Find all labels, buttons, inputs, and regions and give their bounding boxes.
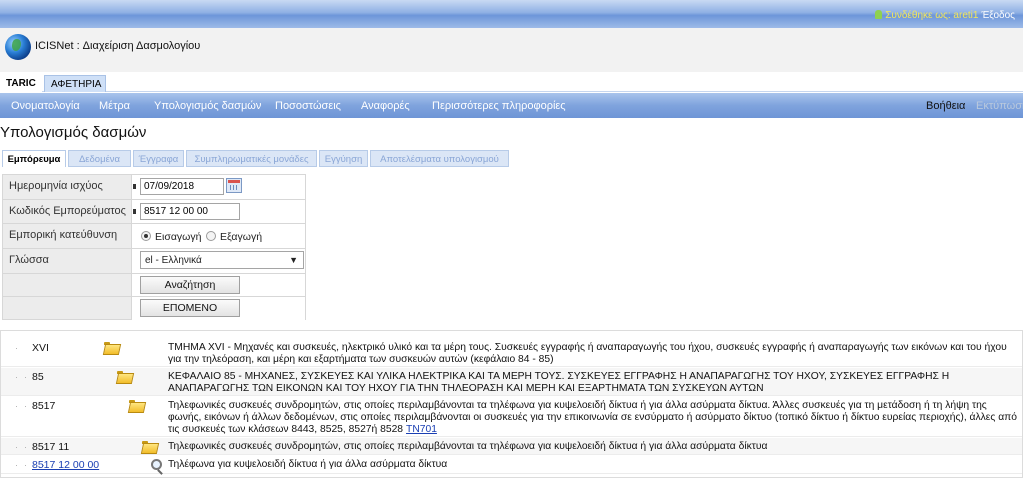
top-bar: Συνδέθηκε ως: areti1 Έξοδος bbox=[0, 0, 1023, 28]
main-menu: Ονοματολογία Μέτρα Υπολογισμός δασμών Πο… bbox=[0, 93, 1023, 118]
tree-description: Τηλεφωνικές συσκευές συνδρομητών, στις ο… bbox=[168, 441, 768, 452]
app-title: ICISNet : Διαχείριση Δασμολογίου bbox=[35, 40, 201, 52]
tree-row[interactable]: ····· 8517 12 00 00 Τηλέφωνα για κυψελοε… bbox=[1, 456, 1022, 474]
tree-description: Τηλεφωνικές συσκευές συνδρομητών, στις ο… bbox=[168, 400, 1017, 435]
language-value: el - Ελληνικά bbox=[145, 255, 202, 266]
import-label: Εισαγωγή bbox=[155, 231, 202, 243]
commodity-form: Ημερομηνία ισχύος Κωδικός Εμπορεύματος Ε… bbox=[2, 174, 306, 320]
tree-code-link[interactable]: 8517 12 00 00 bbox=[32, 459, 99, 471]
date-row: Ημερομηνία ισχύος bbox=[3, 175, 305, 200]
menu-measures[interactable]: Μέτρα bbox=[99, 100, 130, 112]
language-row: Γλώσσα el - Ελληνικά ▼ bbox=[3, 249, 305, 274]
tree-row[interactable]: ·· 85 ΚΕΦΑΛΑΙΟ 85 - ΜΗΧΑΝΕΣ, ΣΥΣΚΕΥΕΣ ΚΑ… bbox=[1, 368, 1022, 396]
logout-link[interactable]: Έξοδος bbox=[981, 10, 1015, 21]
direction-label: Εμπορική κατεύθυνση bbox=[9, 229, 118, 241]
tab-commodity[interactable]: Εμπόρευμα bbox=[2, 150, 66, 167]
menu-nomenclature[interactable]: Ονοματολογία bbox=[11, 100, 80, 112]
logged-in-label: Συνδέθηκε ως: areti1 bbox=[885, 10, 979, 21]
tree-row[interactable]: ···· 8517 11 Τηλεφωνικές συσκευές συνδρο… bbox=[1, 438, 1022, 455]
menu-help[interactable]: Βοήθεια bbox=[926, 100, 965, 112]
search-row: Αναζήτηση bbox=[3, 274, 305, 297]
tree-row[interactable]: · XVI ΤΜΗΜΑ XVI - Μηχανές και συσκευές, … bbox=[1, 339, 1022, 367]
tree-row[interactable]: ··· 8517 Τηλεφωνικές συσκευές συνδρομητώ… bbox=[1, 397, 1022, 437]
search-button[interactable]: Αναζήτηση bbox=[140, 276, 240, 294]
folder-icon[interactable] bbox=[117, 371, 131, 382]
tab-home[interactable]: ΑΦΕΤΗΡΙΑ bbox=[44, 75, 106, 92]
tree-code: 85 bbox=[32, 371, 44, 383]
folder-icon[interactable] bbox=[129, 400, 143, 411]
dropdown-arrow-icon: ▼ bbox=[289, 255, 298, 265]
menu-duty-calculation[interactable]: Υπολογισμός δασμών bbox=[154, 100, 261, 112]
calendar-icon[interactable] bbox=[226, 178, 242, 193]
menu-reports[interactable]: Αναφορές bbox=[361, 100, 410, 112]
globe-logo-icon bbox=[5, 34, 31, 60]
next-button[interactable]: ΕΠΟΜΕΝΟ bbox=[140, 299, 240, 317]
results-tree: · XVI ΤΜΗΜΑ XVI - Μηχανές και συσκευές, … bbox=[0, 330, 1023, 478]
required-marker bbox=[133, 209, 136, 214]
tree-code: XVI bbox=[32, 342, 49, 354]
language-select[interactable]: el - Ελληνικά ▼ bbox=[140, 251, 304, 269]
menu-more-info[interactable]: Περισσότερες πληροφορίες bbox=[432, 100, 566, 112]
menu-quotas[interactable]: Ποσοστώσεις bbox=[275, 100, 341, 112]
user-status: Συνδέθηκε ως: areti1 Έξοδος bbox=[875, 10, 1015, 21]
tree-code: 8517 11 bbox=[32, 441, 70, 453]
page-title: Υπολογισμός δασμών bbox=[0, 124, 147, 141]
next-row: ΕΠΟΜΕΝΟ bbox=[3, 297, 305, 320]
magnifier-icon[interactable] bbox=[151, 459, 162, 470]
module-tabs: TARIC ΑΦΕΤΗΡΙΑ bbox=[0, 72, 1023, 92]
app-header: ICISNet : Διαχείριση Δασμολογίου bbox=[0, 28, 1023, 72]
export-radio[interactable] bbox=[206, 231, 216, 241]
date-label: Ημερομηνία ισχύος bbox=[9, 180, 103, 192]
tab-supplementary-units[interactable]: Συμπληρωματικές μονάδες bbox=[186, 150, 317, 167]
tab-guarantee[interactable]: Εγγύηση bbox=[319, 150, 368, 167]
code-label: Κωδικός Εμπορεύματος bbox=[9, 205, 126, 217]
user-icon bbox=[875, 10, 883, 19]
tree-code: 8517 bbox=[32, 400, 56, 412]
tab-calculation-results[interactable]: Αποτελέσματα υπολογισμού bbox=[370, 150, 509, 167]
direction-row: Εμπορική κατεύθυνση Εισαγωγή Εξαγωγή bbox=[3, 224, 305, 249]
required-marker bbox=[133, 184, 136, 189]
date-input[interactable] bbox=[140, 178, 224, 195]
tab-data[interactable]: Δεδομένα bbox=[68, 150, 131, 167]
tree-description: ΚΕΦΑΛΑΙΟ 85 - ΜΗΧΑΝΕΣ, ΣΥΣΚΕΥΕΣ ΚΑΙ ΥΛΙΚ… bbox=[168, 371, 950, 394]
export-label: Εξαγωγή bbox=[220, 231, 263, 243]
commodity-code-input[interactable] bbox=[140, 203, 240, 220]
tab-taric[interactable]: TARIC bbox=[0, 75, 42, 92]
tree-description: Τηλέφωνα για κυψελοειδή δίκτυα ή για άλλ… bbox=[168, 459, 448, 470]
sub-tabs: Εμπόρευμα Δεδομένα Έγγραφα Συμπληρωματικ… bbox=[0, 150, 1023, 167]
tn701-link[interactable]: TN701 bbox=[406, 424, 437, 435]
folder-icon[interactable] bbox=[104, 342, 118, 353]
folder-icon[interactable] bbox=[142, 441, 156, 452]
code-row: Κωδικός Εμπορεύματος bbox=[3, 200, 305, 224]
menu-print[interactable]: Εκτύπωση bbox=[976, 100, 1023, 112]
tab-documents[interactable]: Έγγραφα bbox=[133, 150, 184, 167]
import-radio[interactable] bbox=[141, 231, 151, 241]
language-label: Γλώσσα bbox=[9, 254, 49, 266]
tree-description: ΤΜΗΜΑ XVI - Μηχανές και συσκευές, ηλεκτρ… bbox=[168, 342, 1007, 365]
